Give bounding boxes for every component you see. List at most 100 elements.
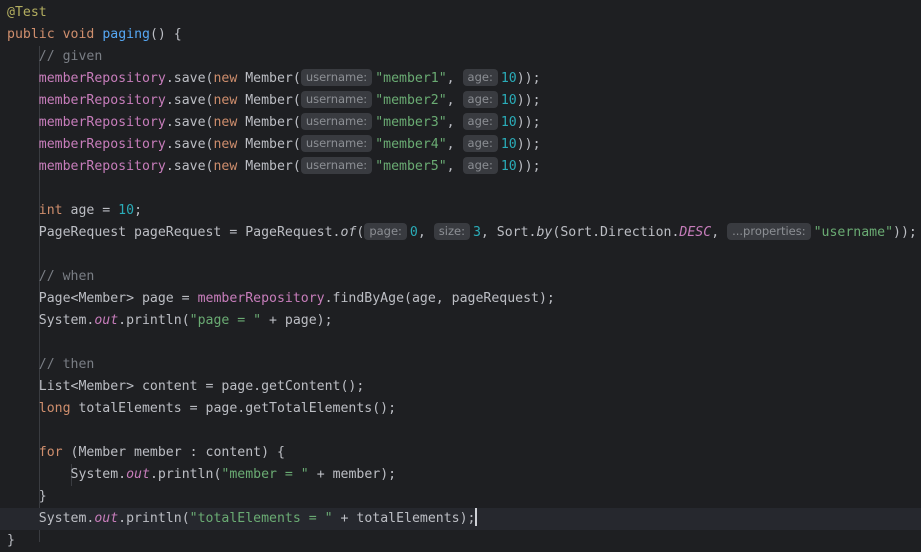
call-end: )); (893, 225, 917, 240)
for-close-brace: } (38, 489, 47, 504)
separator: , (417, 225, 434, 240)
save-call: .save( (165, 71, 214, 86)
member-constructor: Member( (237, 159, 301, 174)
code-line-comment-given[interactable]: // given (7, 46, 103, 68)
param-hint-page: page: (364, 223, 407, 240)
call-end: )); (516, 115, 541, 130)
page-request-decl: PageRequest pageRequest = PageRequest. (38, 225, 341, 240)
page-decl: Page<Member> page = (38, 291, 198, 306)
static-field-out: out (94, 511, 119, 526)
string-literal: "totalElements = " (189, 511, 333, 526)
param-hint-age: age: (462, 69, 498, 86)
param-hint-properties: ...properties: (727, 223, 811, 240)
repository-field: memberRepository (38, 115, 166, 130)
keyword-long: long (38, 401, 71, 416)
println-call: .println( (118, 313, 190, 328)
param-hint-username: username: (300, 135, 373, 152)
call-end: )); (516, 159, 541, 174)
for-header: (Member member : content) { (62, 445, 285, 460)
member-constructor: Member( (237, 93, 301, 108)
repository-field: memberRepository (38, 93, 166, 108)
string-literal: "member1" (375, 71, 447, 86)
code-line-comment-when[interactable]: // when (7, 266, 95, 288)
param-hint-age: age: (462, 91, 498, 108)
call-end: )); (516, 71, 541, 86)
println-call: .println( (149, 467, 222, 482)
keyword-new: new (213, 159, 238, 174)
string-literal: "member3" (375, 115, 447, 130)
keyword-int: int (38, 203, 63, 218)
system-ref: System. (38, 511, 95, 526)
age-assign: age = (62, 203, 119, 218)
statement-end: ; (134, 203, 143, 218)
code-line-save-1[interactable]: memberRepository.save(new Member(usernam… (7, 68, 541, 90)
code-line-annotation[interactable]: @Test (7, 2, 47, 24)
string-literal: "member = " (221, 467, 309, 482)
string-literal: "member4" (375, 137, 447, 152)
code-line-method-close[interactable]: } (7, 530, 15, 552)
separator: , (711, 225, 728, 240)
call-end: )); (516, 93, 541, 108)
param-hint-username: username: (300, 69, 373, 86)
separator: , (446, 137, 463, 152)
sort-direction-ref: (Sort.Direction. (552, 225, 680, 240)
string-literal: "member2" (375, 93, 447, 108)
param-hint-age: age: (462, 135, 498, 152)
repository-field: memberRepository (38, 137, 166, 152)
age-value: 10 (118, 203, 135, 218)
size-value: 3 (472, 225, 481, 240)
property-value: "username" (813, 225, 894, 240)
member-constructor: Member( (237, 137, 301, 152)
system-ref: System. (70, 467, 127, 482)
code-line-find-by-age[interactable]: Page<Member> page = memberRepository.fin… (7, 288, 555, 310)
call-end: )); (516, 137, 541, 152)
keyword-public: public (7, 27, 55, 42)
code-editor[interactable]: @Test public void paging() { // given me… (0, 0, 921, 552)
separator: , (446, 115, 463, 130)
save-call: .save( (165, 137, 214, 152)
code-line-save-3[interactable]: memberRepository.save(new Member(usernam… (7, 112, 541, 134)
code-line-method-signature[interactable]: public void paging() { (7, 24, 182, 46)
code-line-save-2[interactable]: memberRepository.save(new Member(usernam… (7, 90, 541, 112)
comment-then: // then (38, 357, 95, 372)
static-field-out: out (126, 467, 150, 482)
code-line-for-loop[interactable]: for (Member member : content) { (7, 442, 285, 464)
code-line-println-member[interactable]: System.out.println("member = " + member)… (7, 464, 397, 486)
param-hint-username: username: (300, 91, 373, 108)
number-literal: 10 (500, 137, 517, 152)
static-method-of: of (340, 225, 357, 240)
call-end: + member); (308, 467, 397, 482)
keyword-new: new (213, 115, 238, 130)
separator: , (446, 159, 463, 174)
keyword-new: new (213, 71, 238, 86)
number-literal: 10 (500, 159, 517, 174)
code-line-total-elements[interactable]: long totalElements = page.getTotalElemen… (7, 398, 396, 420)
code-line-println-page[interactable]: System.out.println("page = " + page); (7, 310, 333, 332)
test-annotation: @Test (7, 5, 47, 20)
code-line-age-decl[interactable]: int age = 10; (7, 200, 142, 222)
repository-field: memberRepository (197, 291, 325, 306)
separator: , (446, 93, 463, 108)
param-hint-age: age: (462, 113, 498, 130)
code-line-save-5[interactable]: memberRepository.save(new Member(usernam… (7, 156, 541, 178)
member-constructor: Member( (237, 71, 301, 86)
comment-given: // given (38, 49, 103, 64)
call-end: + totalElements); (332, 511, 476, 526)
code-line-for-close[interactable]: } (7, 486, 47, 508)
repository-field: memberRepository (38, 71, 166, 86)
find-by-age-call: .findByAge(age, pageRequest); (324, 291, 555, 306)
code-line-page-request[interactable]: PageRequest pageRequest = PageRequest.of… (7, 222, 917, 244)
code-line-get-content[interactable]: List<Member> content = page.getContent()… (7, 376, 365, 398)
keyword-new: new (213, 137, 238, 152)
call-end: + page); (261, 313, 333, 328)
code-line-save-4[interactable]: memberRepository.save(new Member(usernam… (7, 134, 541, 156)
save-call: .save( (165, 159, 214, 174)
total-elements-decl: totalElements = page.getTotalElements(); (70, 401, 397, 416)
paren-open: ( (356, 225, 365, 240)
system-ref: System. (38, 313, 95, 328)
code-line-println-total-current[interactable]: System.out.println("totalElements = " + … (0, 508, 921, 530)
save-call: .save( (165, 93, 214, 108)
code-line-comment-then[interactable]: // then (7, 354, 95, 376)
sort-ref: , Sort. (480, 225, 537, 240)
param-hint-age: age: (462, 157, 498, 174)
